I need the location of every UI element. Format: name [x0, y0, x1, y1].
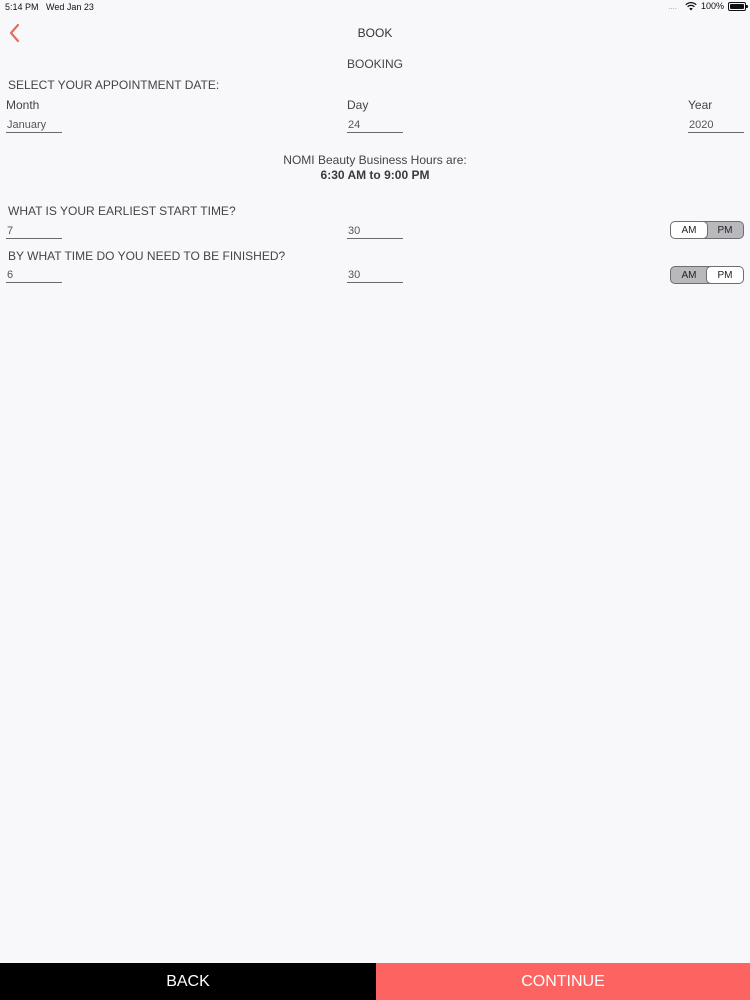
signal-icon: .... — [668, 1, 677, 11]
year-label: Year — [688, 98, 713, 112]
status-indicators: .... 100% — [668, 1, 748, 11]
start-time-heading: WHAT IS YOUR EARLIEST START TIME? — [8, 204, 236, 218]
end-time-heading: BY WHAT TIME DO YOU NEED TO BE FINISHED? — [8, 249, 286, 263]
wifi-icon — [685, 1, 697, 11]
status-bar: 5:14 PM Wed Jan 23 .... 100% — [0, 0, 750, 14]
page-subtitle: BOOKING — [346, 57, 403, 71]
end-am-option[interactable]: AM — [671, 267, 707, 283]
day-field[interactable]: 24 — [347, 118, 403, 133]
date-heading: SELECT YOUR APPOINTMENT DATE: — [8, 78, 220, 92]
start-pm-option[interactable]: PM — [707, 222, 743, 238]
start-hour-field[interactable]: 7 — [6, 224, 62, 239]
year-field[interactable]: 2020 — [688, 118, 744, 133]
day-label: Day — [347, 98, 369, 112]
end-pm-option[interactable]: PM — [706, 267, 743, 283]
end-minute-field[interactable]: 30 — [347, 268, 403, 283]
start-ampm-toggle[interactable]: AM PM — [670, 221, 744, 239]
end-ampm-toggle[interactable]: AM PM — [670, 266, 744, 284]
end-hour-field[interactable]: 6 — [6, 268, 62, 283]
continue-button[interactable]: CONTINUE — [376, 963, 750, 1000]
business-hours-value: 6:30 AM to 9:00 PM — [320, 168, 430, 182]
battery-icon — [728, 1, 748, 11]
nav-title: BOOK — [357, 26, 393, 40]
start-minute-field[interactable]: 30 — [347, 224, 403, 239]
status-date: Wed Jan 23 — [46, 2, 94, 12]
battery-percent: 100% — [700, 1, 724, 11]
status-time: 5:14 PM — [5, 2, 39, 12]
month-label: Month — [6, 98, 40, 112]
back-button[interactable]: BACK — [0, 963, 376, 1000]
month-field[interactable]: January — [6, 118, 62, 133]
start-am-option[interactable]: AM — [671, 222, 708, 238]
business-hours-label: NOMI Beauty Business Hours are: — [283, 153, 467, 167]
booking-screen: 5:14 PM Wed Jan 23 .... 100% BOOK BOOKIN… — [0, 0, 750, 1000]
